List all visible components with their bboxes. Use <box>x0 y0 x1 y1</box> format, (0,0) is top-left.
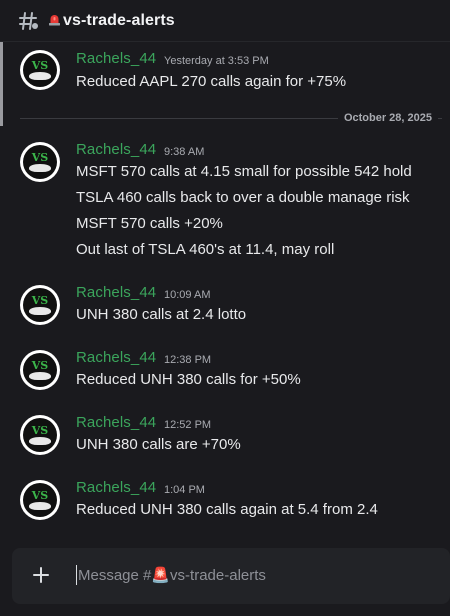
message-text: Reduced UNH 380 calls for +50% <box>76 371 301 388</box>
add-attachment-button[interactable] <box>30 564 52 586</box>
message-input[interactable] <box>78 560 438 590</box>
message-text: Reduced AAPL 270 calls again for +75% <box>76 73 347 90</box>
username[interactable]: Rachels_44 <box>76 284 156 301</box>
plus-icon <box>33 567 49 583</box>
avatar[interactable]: VS <box>20 480 60 520</box>
message-text: UNH 380 calls are +70% <box>76 436 241 453</box>
username[interactable]: Rachels_44 <box>76 50 156 67</box>
avatar-logo-text: VS <box>31 489 49 502</box>
message-timestamp[interactable]: 12:52 PM <box>164 419 211 431</box>
chat-window: vs-trade-alerts VS Rachels_44 Yesterday … <box>0 0 450 616</box>
channel-name[interactable]: vs-trade-alerts <box>63 12 175 30</box>
avatar-logo-text: VS <box>31 151 49 164</box>
avatar-logo-text: VS <box>31 294 49 307</box>
avatar[interactable]: VS <box>20 415 60 455</box>
avatar-logo-text: VS <box>31 424 49 437</box>
siren-icon <box>48 13 61 28</box>
date-divider-label: October 28, 2025 <box>337 112 438 124</box>
message-text: TSLA 460 calls back to over a double man… <box>76 189 410 206</box>
message-text: Reduced UNH 380 calls again at 5.4 from … <box>76 501 378 518</box>
avatar[interactable]: VS <box>20 285 60 325</box>
avatar-logo-text: VS <box>31 359 49 372</box>
avatar[interactable]: VS <box>20 50 60 90</box>
username[interactable]: Rachels_44 <box>76 414 156 431</box>
username[interactable]: Rachels_44 <box>76 479 156 496</box>
avatar[interactable]: VS <box>20 142 60 182</box>
message-composer <box>12 548 450 604</box>
avatar[interactable]: VS <box>20 350 60 390</box>
message-text: Out last of TSLA 460's at 11.4, may roll <box>76 241 335 258</box>
message-text: UNH 380 calls at 2.4 lotto <box>76 306 247 323</box>
message-text: MSFT 570 calls +20% <box>76 215 223 232</box>
message-text: MSFT 570 calls at 4.15 small for possibl… <box>76 163 412 180</box>
message-timestamp[interactable]: 1:04 PM <box>164 484 205 496</box>
username[interactable]: Rachels_44 <box>76 349 156 366</box>
text-caret <box>76 565 77 585</box>
avatar-logo-text: VS <box>31 59 49 72</box>
message-timestamp[interactable]: 10:09 AM <box>164 289 210 301</box>
username[interactable]: Rachels_44 <box>76 141 156 158</box>
message-timestamp[interactable]: 9:38 AM <box>164 146 204 158</box>
channel-header: vs-trade-alerts <box>0 0 450 42</box>
message-timestamp[interactable]: 12:38 PM <box>164 354 211 366</box>
unread-indicator-bar <box>0 42 3 126</box>
message-timestamp[interactable]: Yesterday at 3:53 PM <box>164 55 269 67</box>
thread-channel-icon <box>18 10 40 32</box>
